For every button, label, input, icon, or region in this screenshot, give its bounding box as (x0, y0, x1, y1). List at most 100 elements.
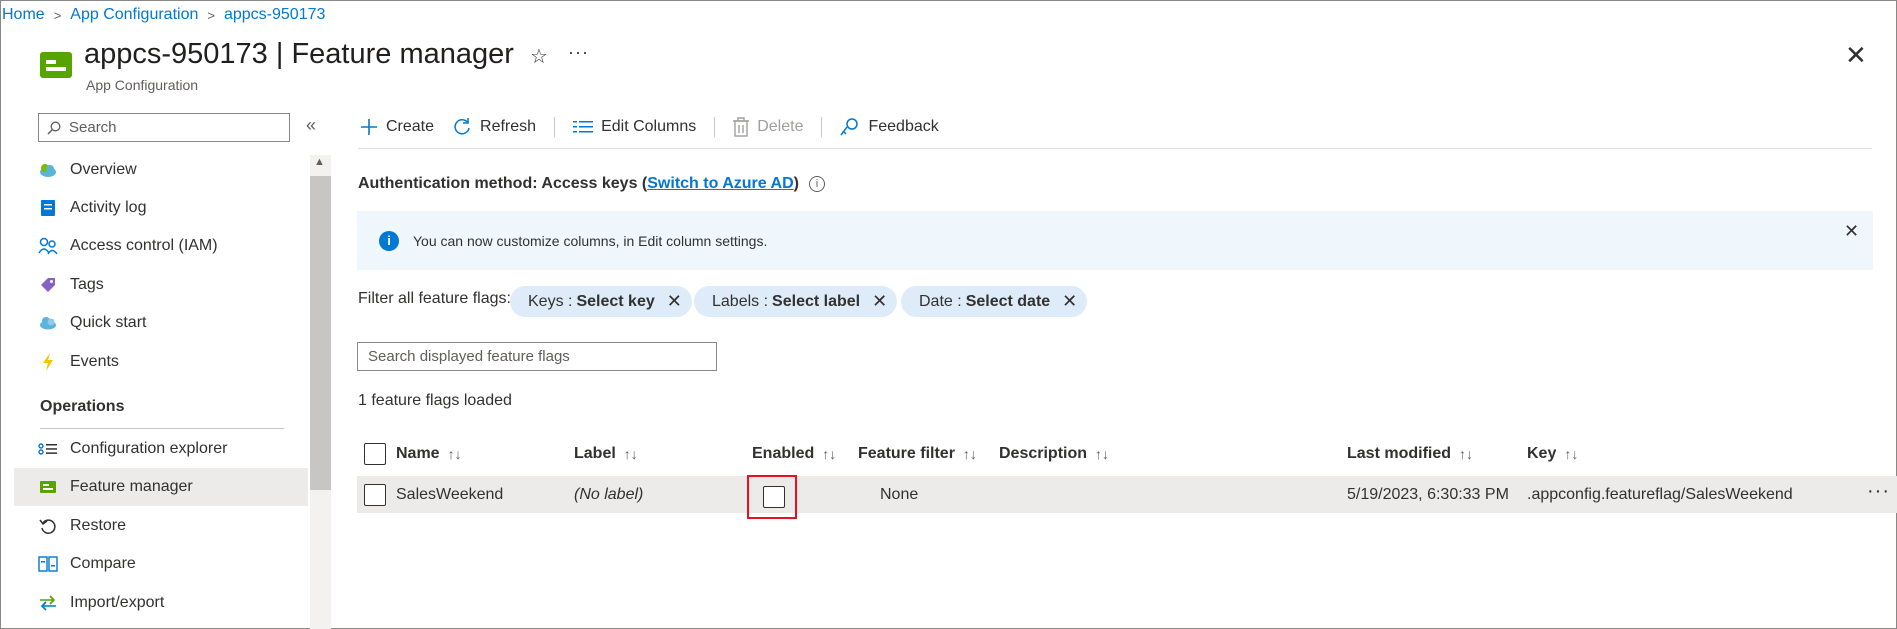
divider (358, 148, 1872, 149)
toolbar-divider (714, 117, 716, 137)
collapse-sidebar-icon[interactable]: « (306, 115, 316, 136)
feedback-button[interactable]: Feedback (840, 117, 939, 137)
column-label: Label (574, 445, 616, 462)
column-header-name[interactable]: Name ↑↓ (396, 445, 462, 463)
sidebar-item-restore[interactable]: Restore (14, 507, 308, 545)
column-label: Enabled (752, 445, 815, 462)
sidebar-item-feature-manager[interactable]: Feature manager (14, 468, 308, 506)
config-icon (38, 439, 58, 459)
pill-key: Keys : (528, 292, 573, 310)
pill-value: Select key (576, 292, 655, 310)
close-icon[interactable]: ✕ (1845, 40, 1867, 71)
lightning-icon (38, 352, 58, 372)
sort-icon: ↑↓ (1095, 446, 1110, 462)
divider (40, 428, 284, 429)
column-header-key[interactable]: Key ↑↓ (1527, 445, 1578, 463)
enabled-highlight-box (747, 475, 797, 519)
edit-columns-button[interactable]: Edit Columns (573, 118, 696, 136)
breadcrumb-app-configuration[interactable]: App Configuration (70, 6, 198, 24)
sort-icon: ↑↓ (623, 446, 638, 462)
search-placeholder: Search displayed feature flags (368, 348, 570, 365)
close-icon[interactable]: ✕ (667, 291, 682, 312)
filter-pill-keys[interactable]: Keys : Select key ✕ (510, 286, 692, 317)
banner-text: You can now customize columns, in Edit c… (413, 232, 768, 249)
columns-icon (573, 121, 594, 133)
search-feature-flags-input[interactable]: Search displayed feature flags (357, 342, 717, 371)
scrollbar-thumb[interactable] (310, 176, 331, 490)
info-filled-icon: i (379, 230, 399, 251)
more-options-icon[interactable]: ··· (568, 42, 589, 63)
sidebar-item-quick-start[interactable]: Quick start (14, 304, 308, 342)
sort-icon: ↑↓ (1459, 446, 1474, 462)
column-header-enabled[interactable]: Enabled ↑↓ (752, 445, 836, 463)
column-header-last-modified[interactable]: Last modified ↑↓ (1347, 445, 1473, 463)
sidebar-section-operations: Operations (40, 398, 125, 415)
sidebar-search-input[interactable]: Search (38, 113, 290, 142)
plus-icon (361, 119, 377, 135)
pill-key: Date : (919, 292, 962, 310)
pill-key: Labels : (712, 292, 769, 310)
scroll-up-icon[interactable]: ▲ (314, 156, 325, 168)
column-header-feature-filter[interactable]: Feature filter ↑↓ (858, 445, 977, 463)
select-all-checkbox[interactable] (364, 443, 386, 465)
auth-suffix: ) (793, 175, 799, 192)
column-header-label[interactable]: Label ↑↓ (574, 445, 638, 463)
sort-icon: ↑↓ (962, 446, 977, 462)
column-label: Key (1527, 445, 1557, 462)
cloud-icon (38, 313, 58, 333)
refresh-button[interactable]: Refresh (452, 117, 536, 137)
sort-icon: ↑↓ (447, 446, 462, 462)
sidebar-item-compare[interactable]: Compare (14, 545, 308, 583)
close-icon[interactable]: ✕ (1844, 221, 1859, 242)
cell-last-modified: 5/19/2023, 6:30:33 PM (1347, 486, 1509, 503)
sidebar-item-label: Events (70, 353, 119, 370)
toolbar-divider (554, 117, 556, 137)
close-icon[interactable]: ✕ (1062, 291, 1077, 312)
sidebar-item-label: Import/export (70, 594, 165, 611)
filter-pill-date[interactable]: Date : Select date ✕ (901, 286, 1088, 317)
row-select-checkbox[interactable] (364, 484, 386, 506)
close-icon[interactable]: ✕ (872, 291, 887, 312)
favorite-star-icon[interactable]: ☆ (530, 44, 548, 69)
sidebar-item-events[interactable]: Events (14, 343, 308, 381)
row-more-options-icon[interactable]: ··· (1867, 480, 1890, 503)
sidebar-item-configuration-explorer[interactable]: Configuration explorer (14, 430, 308, 468)
pill-value: Select date (965, 292, 1051, 310)
compare-icon (38, 554, 58, 574)
delete-button[interactable]: Delete (733, 117, 803, 137)
app-configuration-icon (40, 52, 72, 78)
sidebar-item-activity-log[interactable]: Activity log (14, 189, 308, 227)
column-header-description[interactable]: Description ↑↓ (999, 445, 1109, 463)
breadcrumb-home[interactable]: Home (2, 6, 45, 24)
refresh-icon (454, 118, 470, 135)
loaded-count: 1 feature flags loaded (358, 392, 512, 409)
switch-to-azure-ad-link[interactable]: Switch to Azure AD (647, 175, 793, 193)
pill-value: Select label (772, 292, 861, 310)
sidebar-item-import-export[interactable]: Import/export (14, 584, 308, 622)
refresh-label: Refresh (480, 118, 537, 135)
sidebar-item-label: Configuration explorer (70, 440, 228, 457)
breadcrumb-resource[interactable]: appcs-950173 (224, 6, 325, 24)
people-icon (38, 236, 58, 256)
info-banner: i You can now customize columns, in Edit… (357, 211, 1873, 270)
create-label: Create (386, 118, 435, 135)
edit-columns-label: Edit Columns (601, 118, 697, 135)
create-button[interactable]: Create (360, 118, 434, 136)
column-label: Feature filter (858, 445, 955, 462)
sidebar-item-overview[interactable]: Overview (14, 151, 308, 189)
chevron-right-icon: > (53, 7, 62, 23)
info-icon[interactable]: i (808, 176, 825, 192)
authentication-method: Authentication method: Access keys (Swit… (358, 175, 825, 193)
tag-icon (38, 275, 58, 295)
column-label: Description (999, 445, 1088, 462)
sidebar-item-label: Activity log (70, 199, 147, 216)
column-label: Last modified (1347, 445, 1452, 462)
sidebar-item-tags[interactable]: Tags (14, 266, 308, 304)
page-title: appcs-950173 | Feature manager (84, 38, 514, 70)
filter-pill-labels[interactable]: Labels : Select label ✕ (694, 286, 898, 317)
sidebar-item-access-control[interactable]: Access control (IAM) (14, 227, 308, 265)
sidebar-item-label: Tags (70, 276, 104, 293)
cloud-icon (38, 160, 58, 180)
breadcrumb: Home > App Configuration > appcs-950173 (2, 6, 325, 24)
sort-icon: ↑↓ (1564, 446, 1579, 462)
